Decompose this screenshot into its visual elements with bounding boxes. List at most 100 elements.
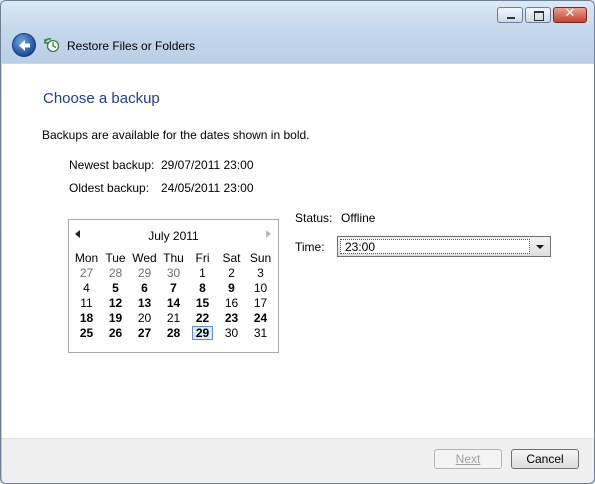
time-dropdown-value: 23:00 [345,240,376,254]
calendar-day[interactable]: 16 [217,295,246,310]
calendar-day[interactable]: 19 [101,310,130,325]
weekday-header: Tue [105,250,126,265]
calendar-week-row: 11 12 13 14 15 16 17 [72,295,275,310]
calendar-day-number: 4 [83,280,90,295]
calendar-day-number: 7 [170,280,177,295]
calendar-day-number: 25 [79,325,94,340]
minimize-button[interactable] [497,7,523,23]
restore-window: ✕ Restore Files or Folders Choose a back… [0,0,595,484]
calendar-day[interactable]: 2 [217,265,246,280]
calendar-day[interactable]: 21 [159,310,188,325]
calendar-day[interactable]: 5 [101,280,130,295]
calendar-day[interactable]: 26 [101,325,130,340]
calendar-day[interactable]: 23 [217,310,246,325]
cancel-button[interactable]: Cancel [511,449,579,469]
calendar-day-number: 15 [195,295,210,310]
calendar-day[interactable]: 31 [246,325,275,340]
newest-backup-value: 29/07/2011 23:00 [161,158,254,172]
close-button[interactable]: ✕ [553,6,587,23]
calendar-day[interactable]: 4 [72,280,101,295]
calendar-day[interactable]: 29 [130,265,159,280]
oldest-backup-label: Oldest backup: [69,181,150,195]
calendar-day-number: 28 [166,325,181,340]
calendar-week-row: 25 26 27 28 29 30 31 [72,325,275,340]
calendar-day[interactable]: 11 [72,295,101,310]
time-dropdown[interactable]: 23:00 [337,236,551,257]
newest-backup-label: Newest backup: [69,158,155,172]
calendar-day-number: 8 [199,280,206,295]
status-value: Offline [341,211,376,225]
calendar-month-label[interactable]: July 2011 [69,229,278,243]
calendar-week-row: 4 5 6 7 8 9 10 [72,280,275,295]
calendar-day-number: 30 [224,325,239,340]
oldest-backup-value: 24/05/2011 23:00 [161,181,254,195]
calendar-day-number: 12 [108,295,123,310]
dropdown-arrow-icon[interactable] [536,245,544,249]
next-month-icon[interactable] [266,230,271,238]
next-button-label: Next [455,452,481,466]
calendar-day-number: 20 [137,310,152,325]
calendar-day[interactable]: 20 [130,310,159,325]
calendar-day-number: 22 [195,310,210,325]
time-label: Time: [295,240,325,254]
calendar-day-number: 10 [253,280,268,295]
calendar-day[interactable]: 10 [246,280,275,295]
calendar-day-selected[interactable]: 29 [188,325,217,340]
calendar-day[interactable]: 22 [188,310,217,325]
calendar-day-number: 2 [228,265,235,280]
calendar-day[interactable]: 27 [130,325,159,340]
calendar-day[interactable]: 15 [188,295,217,310]
calendar-day-number: 18 [79,310,94,325]
calendar-day-number: 30 [166,265,181,280]
maximize-button[interactable] [525,7,551,23]
calendar-day[interactable]: 13 [130,295,159,310]
calendar-day[interactable]: 8 [188,280,217,295]
intro-text: Backups are available for the dates show… [42,128,310,142]
calendar-day-number: 6 [141,280,148,295]
calendar-day[interactable]: 25 [72,325,101,340]
calendar-day[interactable]: 28 [159,325,188,340]
title-bar: ✕ Restore Files or Folders [1,1,594,63]
calendar-day[interactable]: 1 [188,265,217,280]
calendar-week-row: 18 19 20 21 22 23 24 [72,310,275,325]
calendar-day[interactable]: 12 [101,295,130,310]
calendar-day-number: 17 [253,295,268,310]
calendar-day[interactable]: 17 [246,295,275,310]
calendar-day-number: 27 [79,265,94,280]
next-button[interactable]: Next [434,449,502,469]
calendar-day-number: 3 [257,265,264,280]
back-button[interactable] [12,33,36,57]
calendar-day[interactable]: 9 [217,280,246,295]
weekday-header: Sat [222,250,241,265]
calendar-day-number: 28 [108,265,123,280]
calendar-day[interactable]: 28 [101,265,130,280]
calendar-day-number: 9 [228,280,235,295]
calendar-day[interactable]: 27 [72,265,101,280]
weekday-header: Thu [163,250,184,265]
calendar-day-number: 29 [137,265,152,280]
calendar-day-number: 13 [137,295,152,310]
close-icon: ✕ [564,6,576,21]
weekday-header: Mon [74,250,99,265]
calendar-day[interactable]: 3 [246,265,275,280]
calendar-day-number: 31 [253,325,268,340]
calendar-grid: Mon Tue Wed Thu Fri Sat Sun 27 28 29 30 1 2 3 4 5 6 7 8 9 1… [72,250,275,340]
calendar-day-number: 29 [191,325,214,340]
calendar-day[interactable]: 7 [159,280,188,295]
calendar-day[interactable]: 24 [246,310,275,325]
calendar-day[interactable]: 30 [159,265,188,280]
calendar-day-number: 27 [137,325,152,340]
calendar-day[interactable]: 6 [130,280,159,295]
status-label: Status: [295,211,333,225]
calendar-day-number: 14 [166,295,181,310]
back-arrow-icon [19,40,30,51]
backup-calendar[interactable]: July 2011 Mon Tue Wed Thu Fri Sat Sun 27 28 29 30… [68,219,279,353]
calendar-day-number: 23 [224,310,239,325]
page-heading: Choose a backup [43,90,160,107]
wizard-footer: Next Cancel [2,438,594,483]
calendar-day[interactable]: 14 [159,295,188,310]
calendar-day-number: 26 [108,325,123,340]
calendar-day-number: 16 [224,295,239,310]
calendar-day[interactable]: 30 [217,325,246,340]
calendar-day[interactable]: 18 [72,310,101,325]
